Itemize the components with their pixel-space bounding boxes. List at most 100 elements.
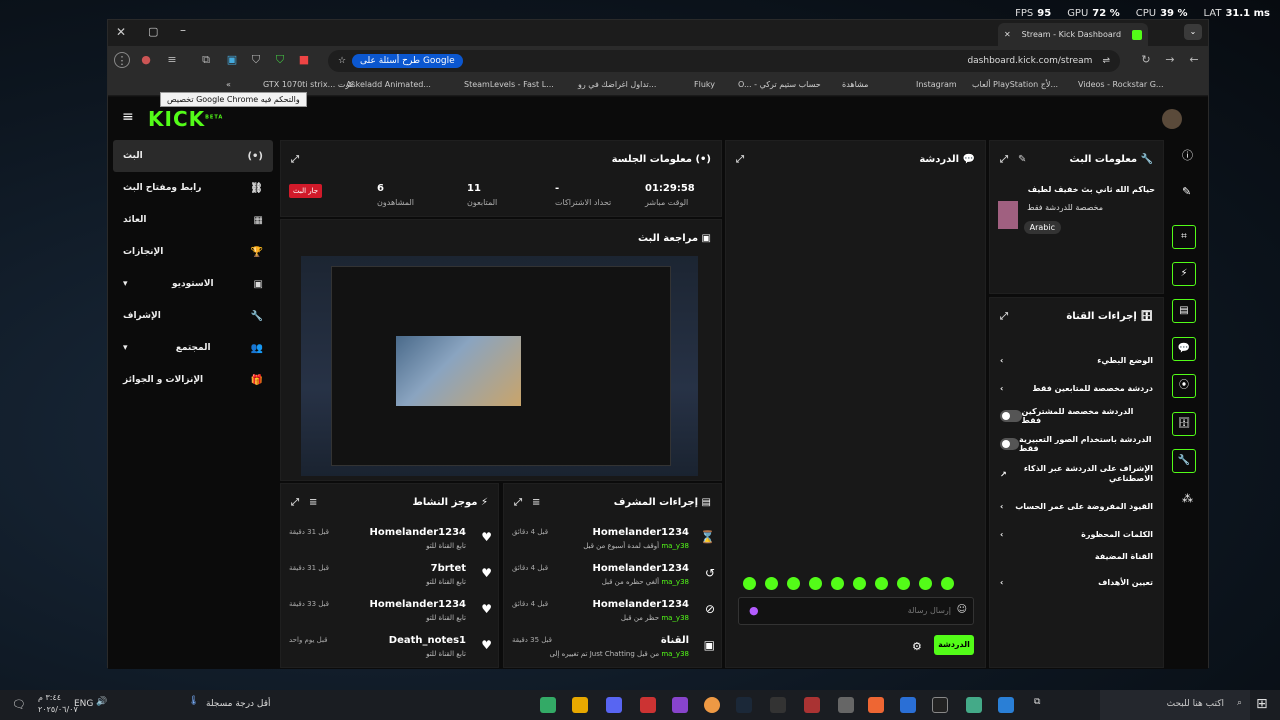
emote-icon[interactable] [831, 577, 844, 590]
action-slow-mode[interactable]: ‹ الوضع البطيء [1000, 346, 1153, 374]
chrome-icon[interactable] [704, 697, 720, 713]
app-icon[interactable] [640, 697, 656, 713]
chat-input[interactable]: إرسال رسالة ● ☺ [738, 597, 974, 625]
expand-icon[interactable]: ⤢ [291, 154, 299, 165]
bookmark-item[interactable]: SteamLevels - Fast L... [464, 80, 554, 89]
tab-kick-dashboard[interactable]: ✕ Stream - Kick Dashboard [998, 23, 1148, 46]
menu-dots-icon[interactable]: ⋮ [114, 52, 130, 68]
emote-icon[interactable] [765, 577, 778, 590]
bookmark-item[interactable]: Fluky [694, 80, 715, 89]
emote-icon[interactable] [809, 577, 822, 590]
app-icon[interactable] [868, 697, 884, 713]
rail-dots-icon[interactable]: ⁂ [1182, 492, 1193, 505]
store-icon[interactable] [966, 697, 982, 713]
app-icon[interactable] [606, 697, 622, 713]
bookmark-item[interactable]: مشاهدة [842, 80, 868, 89]
edit-icon[interactable]: ✎ [1018, 154, 1026, 165]
search-box[interactable]: اكتب هنا للبحث ⌕ [1100, 690, 1250, 720]
extension-1-icon[interactable]: ▣ [224, 52, 240, 68]
bookmark-item[interactable]: تداول اغراضك في رو... [578, 80, 656, 89]
extension-2-icon[interactable]: ⛉ [248, 52, 264, 68]
chat-send-button[interactable]: الدردشة [934, 635, 974, 655]
action-subscribers-only[interactable]: الدردشة مخصصة للمشتركين فقط [1000, 402, 1153, 430]
notifications-icon[interactable]: 🗨 [12, 698, 26, 711]
site-settings-icon[interactable]: ⇌ [1102, 56, 1110, 66]
bookmark-star-icon[interactable]: ☆ [338, 56, 346, 66]
expand-icon[interactable]: ⤢ [291, 497, 299, 508]
expand-icon[interactable]: ⤢ [1000, 154, 1008, 165]
task-view-icon[interactable]: ⧉ [1034, 697, 1040, 707]
tab-close-icon[interactable]: ✕ [1004, 30, 1011, 39]
close-window-icon[interactable]: ✕ [116, 25, 126, 39]
sidebar-item-drops[interactable]: الإنزالات و الجوائز 🎁 [113, 364, 273, 396]
emote-icon[interactable] [941, 577, 954, 590]
back-icon[interactable]: ← [1186, 52, 1202, 68]
sidebar-item-stream[interactable]: البث (•) [113, 140, 273, 172]
action-followers-only[interactable]: ‹ دردشة مخصصة للمتابعين فقط [1000, 374, 1153, 402]
edit-icon[interactable]: ✎ [1182, 185, 1191, 198]
emote-icon[interactable] [743, 577, 756, 590]
reload-icon[interactable]: ↻ [1138, 52, 1154, 68]
rail-toolbox-icon[interactable]: 🗄 [1172, 412, 1196, 436]
rail-doc-icon[interactable]: ▤ [1172, 299, 1196, 323]
filter-icon[interactable]: ≡ [532, 497, 540, 508]
ask-google-chip[interactable]: طرح أسئلة على Google [352, 54, 463, 68]
sidebar-item-revenue[interactable]: العائد ▦ [113, 204, 273, 236]
emote-icon[interactable] [919, 577, 932, 590]
emoji-icon[interactable]: ☺ [957, 604, 967, 615]
weather-text[interactable]: أقل درجة مسجلة [206, 699, 271, 709]
app-icon[interactable] [572, 697, 588, 713]
tab-search-icon[interactable]: ⌄ [1184, 24, 1202, 40]
action-set-goals[interactable]: ‹ تعيين الأهداف [1000, 568, 1153, 596]
emote-icon[interactable] [853, 577, 866, 590]
extensions-icon[interactable]: ⧉ [198, 52, 214, 68]
sidebar-item-achievements[interactable]: الإنجازات 🏆 [113, 236, 273, 268]
minimize-icon[interactable]: – [180, 23, 186, 37]
rail-chat-icon[interactable]: 💬 [1172, 337, 1196, 361]
action-account-age[interactable]: ‹ القيود المفروضة على عمر الحساب [1000, 492, 1153, 520]
app-icon[interactable] [540, 697, 556, 713]
bookmark-item[interactable]: Videos - Rockstar G... [1078, 80, 1164, 89]
chat-settings-icon[interactable]: ⚙ [912, 640, 922, 653]
extension-4-icon[interactable]: ■ [296, 52, 312, 68]
clock-time[interactable]: ٣:٤٤ م [38, 693, 61, 702]
weather-icon[interactable]: 🌡 [188, 696, 199, 706]
hamburger-icon[interactable]: ≡ [122, 109, 134, 125]
bookmark-item[interactable]: ألعاب PlayStation لأج... [972, 80, 1058, 89]
stream-preview-video[interactable] [301, 256, 698, 476]
rail-wrench-icon[interactable]: 🔧 [1172, 449, 1196, 473]
action-blocked-words[interactable]: ‹ الكلمات المحظورة [1000, 520, 1153, 548]
clock-date[interactable]: ٢٠٢٥/٠٦/٠٧ [38, 705, 78, 714]
forward-icon[interactable]: → [1162, 52, 1178, 68]
filter-icon[interactable]: ≡ [309, 497, 317, 508]
profile-avatar-icon[interactable]: ● [138, 52, 154, 68]
steam-icon[interactable] [736, 697, 752, 713]
sidebar-item-studio[interactable]: ▾ الاستوديو ▣ [113, 268, 273, 300]
emote-only-toggle[interactable] [1000, 438, 1020, 450]
bookmark-item[interactable]: Askeladd Animated... [346, 80, 431, 89]
bookmarks-overflow-icon[interactable]: « [226, 80, 231, 89]
rail-bolt-icon[interactable]: ⚡ [1172, 262, 1196, 286]
subscribers-only-toggle[interactable] [1000, 410, 1022, 422]
expand-icon[interactable]: ⤢ [1000, 311, 1008, 322]
app-icon[interactable] [672, 697, 688, 713]
expand-icon[interactable]: ⤢ [736, 154, 744, 165]
extension-3-icon[interactable]: ⛉ [272, 52, 288, 68]
emote-icon[interactable] [787, 577, 800, 590]
language-indicator[interactable]: ENG [74, 699, 93, 709]
app-icon[interactable] [932, 697, 948, 713]
bookmark-item[interactable]: GTX 1070ti strix... كرت [263, 80, 354, 89]
user-avatar[interactable] [1162, 109, 1182, 129]
mail-icon[interactable] [998, 697, 1014, 713]
expand-icon[interactable]: ⤢ [514, 497, 522, 508]
maximize-icon[interactable]: ▢ [148, 25, 158, 38]
app-icon[interactable] [770, 697, 786, 713]
volume-icon[interactable]: 🔊 [96, 697, 107, 707]
rail-screen-icon[interactable]: ⌗ [1172, 225, 1196, 249]
emote-icon[interactable] [897, 577, 910, 590]
action-ai-moderation[interactable]: ↗ الإشراف على الدردشة عبر الذكاء الاصطناع… [1000, 460, 1153, 488]
action-emote-only[interactable]: الدردشة باستخدام الصور التعبيرية فقط [1000, 430, 1153, 458]
app-icon[interactable] [900, 697, 916, 713]
bookmark-item[interactable]: Instagram [916, 80, 957, 89]
app-icon[interactable] [804, 697, 820, 713]
